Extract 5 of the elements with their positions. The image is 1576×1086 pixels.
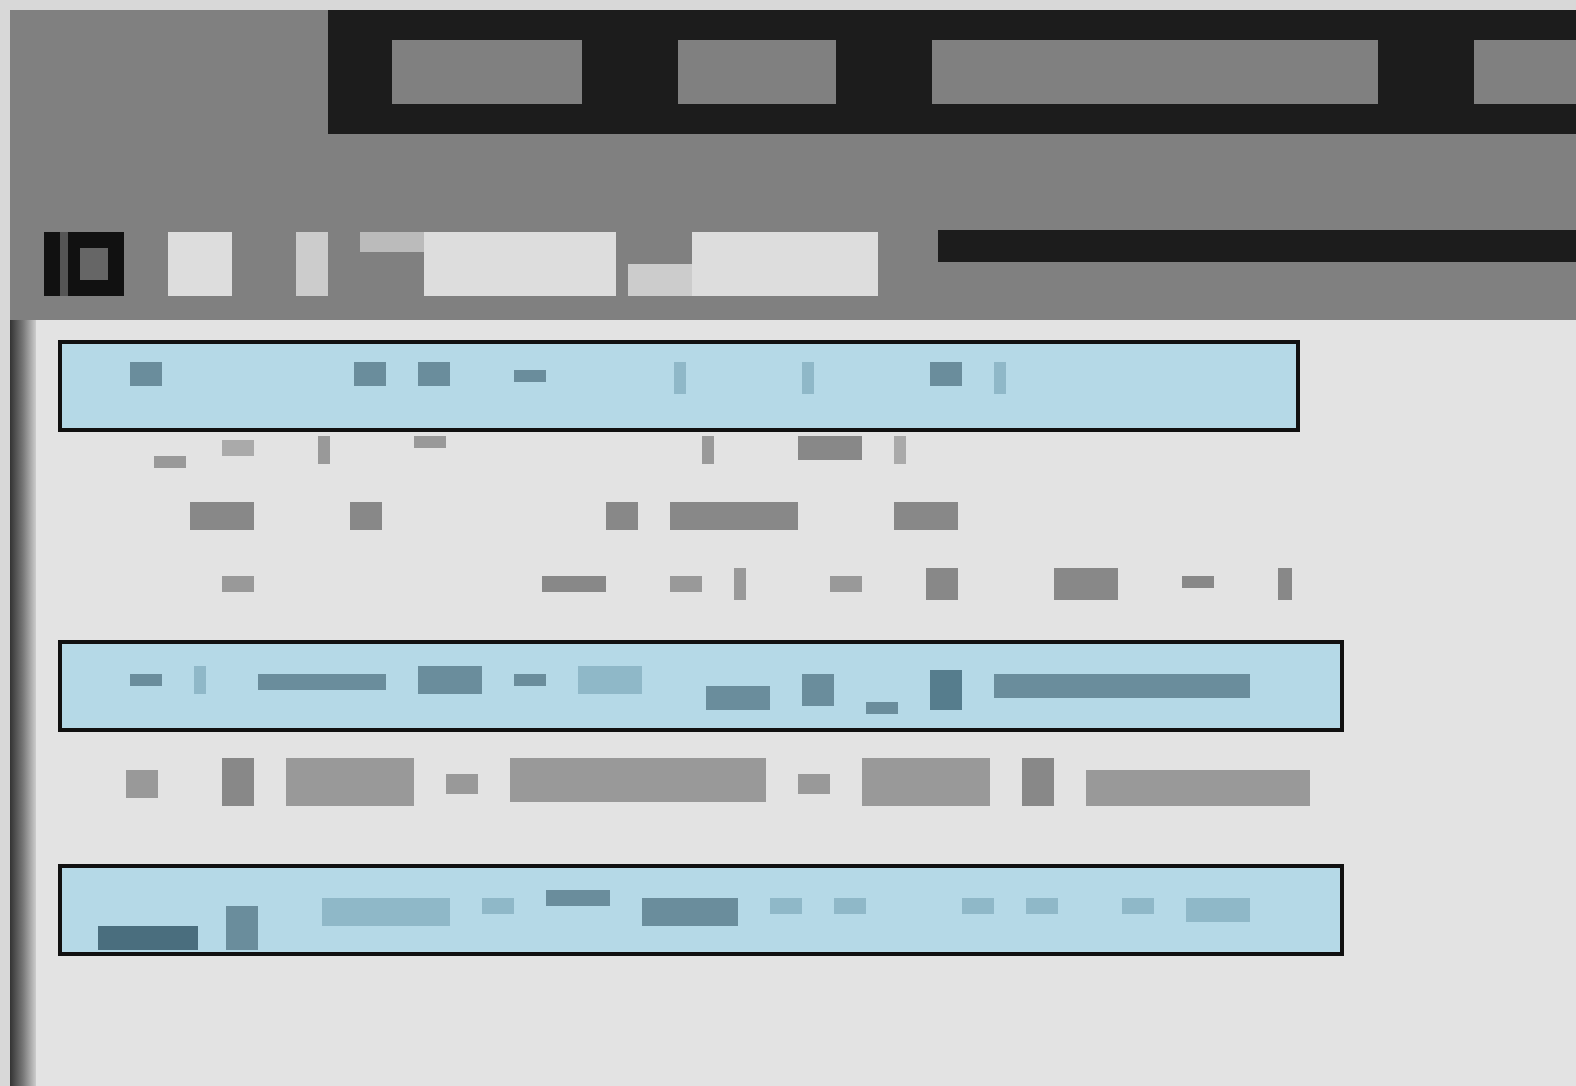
list-row[interactable] (58, 340, 1300, 432)
list-row[interactable] (58, 640, 1344, 732)
toolbar-icon[interactable] (44, 232, 124, 296)
toolbar-field[interactable] (937, 230, 1576, 262)
list-row[interactable] (58, 864, 1344, 956)
